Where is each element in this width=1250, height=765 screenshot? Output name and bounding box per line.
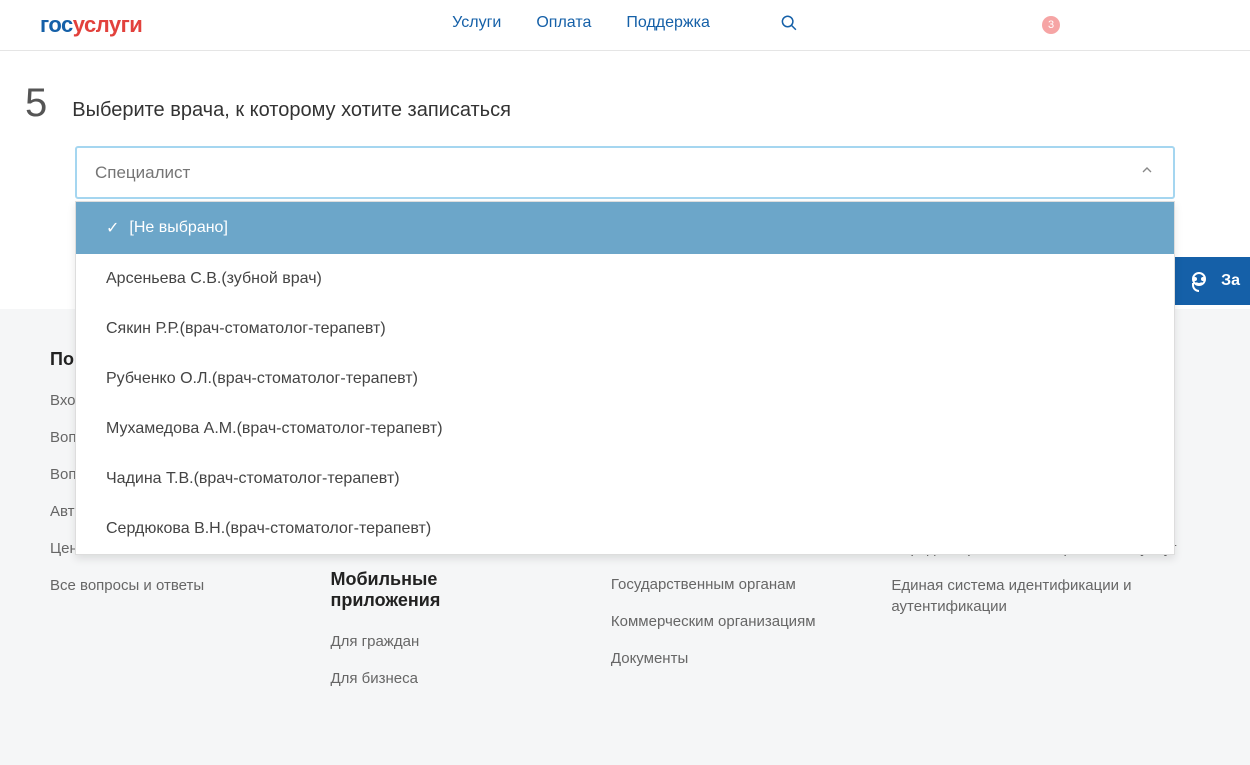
chevron-up-icon xyxy=(1139,162,1155,183)
step-number: 5 xyxy=(25,81,47,126)
option-doctor[interactable]: Мухамедова А.М.(врач-стоматолог-терапевт… xyxy=(76,404,1174,454)
headset-icon xyxy=(1187,269,1211,293)
logo-part2: услуги xyxy=(73,12,143,37)
footer-link[interactable]: Документы xyxy=(611,648,831,669)
footer-link[interactable]: Все вопросы и ответы xyxy=(50,575,270,596)
specialist-select: ✓ [Не выбрано] Арсеньева С.В.(зубной вра… xyxy=(75,146,1175,199)
option-doctor[interactable]: Чадина Т.В.(врач-стоматолог-терапевт) xyxy=(76,454,1174,504)
select-input[interactable] xyxy=(95,163,1139,183)
select-trigger[interactable] xyxy=(75,146,1175,199)
nav-payment[interactable]: Оплата xyxy=(536,14,591,37)
notification-badge[interactable]: 3 xyxy=(1042,16,1060,34)
search-icon[interactable] xyxy=(780,14,798,37)
step-title: Выберите врача, к которому хотите записа… xyxy=(72,99,511,122)
option-doctor[interactable]: Арсеньева С.В.(зубной врач) xyxy=(76,254,1174,304)
site-header: госуслуги Услуги Оплата Поддержка 3 xyxy=(0,0,1250,51)
primary-nav: Услуги Оплата Поддержка xyxy=(452,14,798,37)
select-dropdown[interactable]: ✓ [Не выбрано] Арсеньева С.В.(зубной вра… xyxy=(75,201,1175,555)
check-icon: ✓ xyxy=(106,218,119,238)
option-none[interactable]: ✓ [Не выбрано] xyxy=(76,202,1174,254)
step-section: 5 Выберите врача, к которому хотите запи… xyxy=(0,51,1250,146)
footer-link[interactable]: Для бизнеса xyxy=(330,668,550,689)
support-tab[interactable]: За xyxy=(1172,257,1250,305)
footer-link[interactable]: Единая система идентификации и аутентифи… xyxy=(891,575,1200,617)
logo[interactable]: госуслуги xyxy=(40,12,142,38)
nav-support[interactable]: Поддержка xyxy=(626,14,709,37)
option-doctor[interactable]: Сякин Р.Р.(врач-стоматолог-терапевт) xyxy=(76,304,1174,354)
option-doctor[interactable]: Рубченко О.Л.(врач-стоматолог-терапевт) xyxy=(76,354,1174,404)
option-none-label: [Не выбрано] xyxy=(129,219,227,237)
support-tab-label: За xyxy=(1221,272,1240,290)
footer-link[interactable]: Государственным органам xyxy=(611,574,831,595)
option-doctor[interactable]: Сердюкова В.Н.(врач-стоматолог-терапевт) xyxy=(76,504,1174,554)
footer-title-apps: Мобильные приложения xyxy=(330,569,550,611)
nav-services[interactable]: Услуги xyxy=(452,14,501,37)
footer-link[interactable]: Коммерческим организациям xyxy=(611,611,831,632)
footer-link[interactable]: Для граждан xyxy=(330,631,550,652)
logo-part1: гос xyxy=(40,12,73,37)
